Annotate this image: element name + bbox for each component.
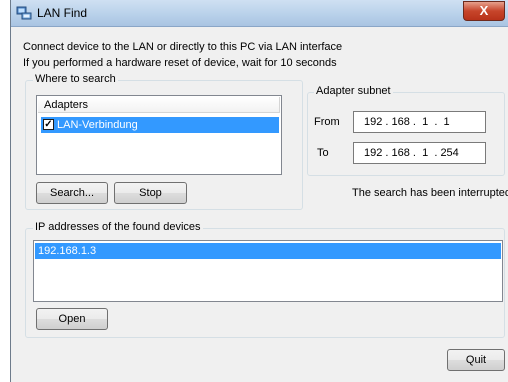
search-button[interactable]: Search...	[36, 182, 108, 204]
adapter-name: LAN-Verbindung	[57, 119, 138, 131]
found-devices-label: IP addresses of the found devices	[33, 221, 203, 233]
adapter-subnet-label: Adapter subnet	[314, 85, 393, 97]
adapters-column-header[interactable]: Adapters	[38, 97, 280, 113]
to-ip-field[interactable]: 192 . 168 . 1 . 254	[353, 142, 486, 164]
from-label: From	[314, 116, 340, 128]
adapters-listbox[interactable]: Adapters ✓ LAN-Verbindung	[36, 95, 282, 175]
intro-line-2: If you performed a hardware reset of dev…	[23, 57, 337, 69]
status-text: The search has been interrupted	[352, 187, 508, 199]
from-ip-field[interactable]: 192 . 168 . 1 . 1	[353, 111, 486, 133]
lan-find-window: LAN Find X Connect device to the LAN or …	[10, 0, 508, 382]
title-bar[interactable]: LAN Find X	[11, 0, 508, 27]
to-label: To	[317, 147, 329, 159]
column-divider	[279, 97, 280, 112]
window-title: LAN Find	[37, 6, 88, 20]
where-to-search-label: Where to search	[33, 73, 118, 85]
adapter-row[interactable]: ✓ LAN-Verbindung	[41, 117, 279, 133]
intro-line-1: Connect device to the LAN or directly to…	[23, 41, 343, 53]
stop-button[interactable]: Stop	[114, 182, 187, 204]
close-button[interactable]: X	[463, 1, 505, 21]
open-button[interactable]: Open	[36, 308, 108, 330]
found-device-row[interactable]: 192.168.1.3	[35, 243, 501, 259]
adapter-checkbox[interactable]: ✓	[43, 119, 54, 130]
found-devices-listbox[interactable]: 192.168.1.3	[33, 240, 503, 302]
network-app-icon	[16, 6, 32, 20]
quit-button[interactable]: Quit	[447, 349, 505, 371]
